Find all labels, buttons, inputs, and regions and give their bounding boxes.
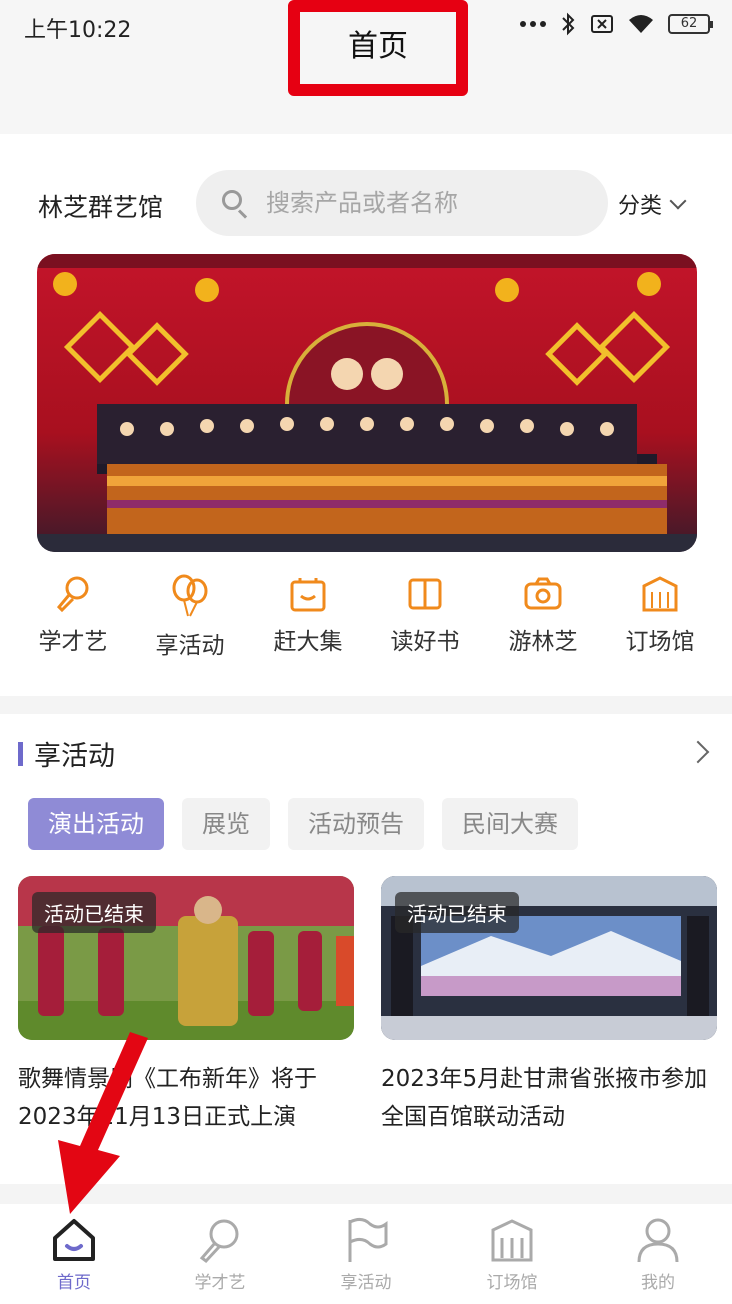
- microphone-icon: [199, 1219, 239, 1264]
- tabbar-label: 享活动: [340, 1273, 392, 1293]
- bag-icon: [290, 578, 326, 612]
- tabbar-item-home[interactable]: 首页: [14, 1216, 134, 1293]
- tabbar-label: 首页: [57, 1273, 91, 1293]
- book-icon: [408, 578, 442, 610]
- annotation-arrow: [58, 1032, 148, 1214]
- activity-card-title: 2023年5月赴甘肃省张掖市参加全国百馆联动活动: [381, 1066, 708, 1130]
- building-icon: [642, 576, 678, 612]
- quick-nav-item-tour[interactable]: 游林芝: [488, 574, 598, 656]
- section-title: 享活动: [34, 741, 115, 772]
- flag-icon: [348, 1217, 388, 1262]
- battery-icon: 62: [668, 14, 713, 34]
- banner-photo: [37, 254, 697, 552]
- main-panel: 林芝群艺馆 分类: [0, 134, 732, 696]
- category-dropdown[interactable]: 分类: [618, 188, 687, 220]
- tabbar-item-learn[interactable]: 学才艺: [160, 1216, 280, 1293]
- search-input[interactable]: [266, 189, 586, 217]
- quick-nav-item-activity[interactable]: 享活动: [135, 574, 245, 660]
- activity-card-image: 活动已结束: [381, 876, 717, 1040]
- tabbar-label: 学才艺: [194, 1273, 246, 1293]
- building-icon: [491, 1219, 533, 1262]
- quick-nav-item-learn[interactable]: 学才艺: [18, 574, 128, 656]
- section-accent-bar: [18, 742, 23, 766]
- tabbar-label: 我的: [641, 1273, 675, 1293]
- quick-nav-item-market[interactable]: 赶大集: [253, 574, 363, 656]
- banner-image[interactable]: [37, 254, 697, 552]
- activity-card[interactable]: 活动已结束 2023年5月赴甘肃省张掖市参加全国百馆联动活动: [381, 876, 717, 1136]
- wifi-icon: [629, 15, 653, 33]
- status-icons: 62: [520, 12, 713, 36]
- status-badge: 活动已结束: [395, 892, 519, 933]
- balloons-icon: [172, 574, 208, 617]
- search-icon: [220, 188, 250, 219]
- no-sim-icon: [591, 15, 613, 33]
- more-dots-icon: [520, 21, 546, 27]
- quick-nav-label: 赶大集: [273, 629, 343, 655]
- quick-nav-label: 学才艺: [38, 629, 108, 655]
- tabbar-item-profile[interactable]: 我的: [598, 1216, 718, 1293]
- activity-card-image: 活动已结束: [18, 876, 354, 1040]
- tab-exhibition[interactable]: 展览: [182, 798, 270, 850]
- tabbar-label: 订场馆: [486, 1273, 538, 1293]
- tab-competition[interactable]: 民间大赛: [442, 798, 578, 850]
- quick-nav-label: 游林芝: [508, 629, 578, 655]
- status-badge: 活动已结束: [32, 892, 156, 933]
- page-title: 首页: [288, 0, 468, 96]
- activity-tabs: 演出活动 展览 活动预告 民间大赛: [28, 798, 578, 850]
- quick-nav-item-venue[interactable]: 订场馆: [605, 574, 715, 656]
- search-bar[interactable]: [196, 170, 608, 236]
- microphone-icon: [56, 576, 89, 613]
- chevron-right-icon[interactable]: [686, 740, 710, 764]
- quick-nav: 学才艺 享活动 赶大集 读好书 游林芝 订场馆: [0, 574, 732, 674]
- tabbar-item-activity[interactable]: 享活动: [306, 1216, 426, 1293]
- camera-icon: [524, 577, 562, 610]
- home-icon: [53, 1219, 95, 1261]
- category-label: 分类: [618, 194, 663, 219]
- status-time: 上午10:22: [24, 18, 132, 43]
- tabbar-item-venue[interactable]: 订场馆: [452, 1216, 572, 1293]
- quick-nav-label: 订场馆: [625, 629, 695, 655]
- quick-nav-label: 读好书: [390, 629, 460, 655]
- tab-preview[interactable]: 活动预告: [288, 798, 424, 850]
- user-icon: [637, 1218, 679, 1263]
- bluetooth-icon: [562, 12, 575, 36]
- venue-name[interactable]: 林芝群艺馆: [38, 188, 163, 224]
- quick-nav-item-read[interactable]: 读好书: [370, 574, 480, 656]
- tab-performance[interactable]: 演出活动: [28, 798, 164, 850]
- quick-nav-label: 享活动: [155, 633, 225, 659]
- chevron-down-icon: [669, 192, 687, 210]
